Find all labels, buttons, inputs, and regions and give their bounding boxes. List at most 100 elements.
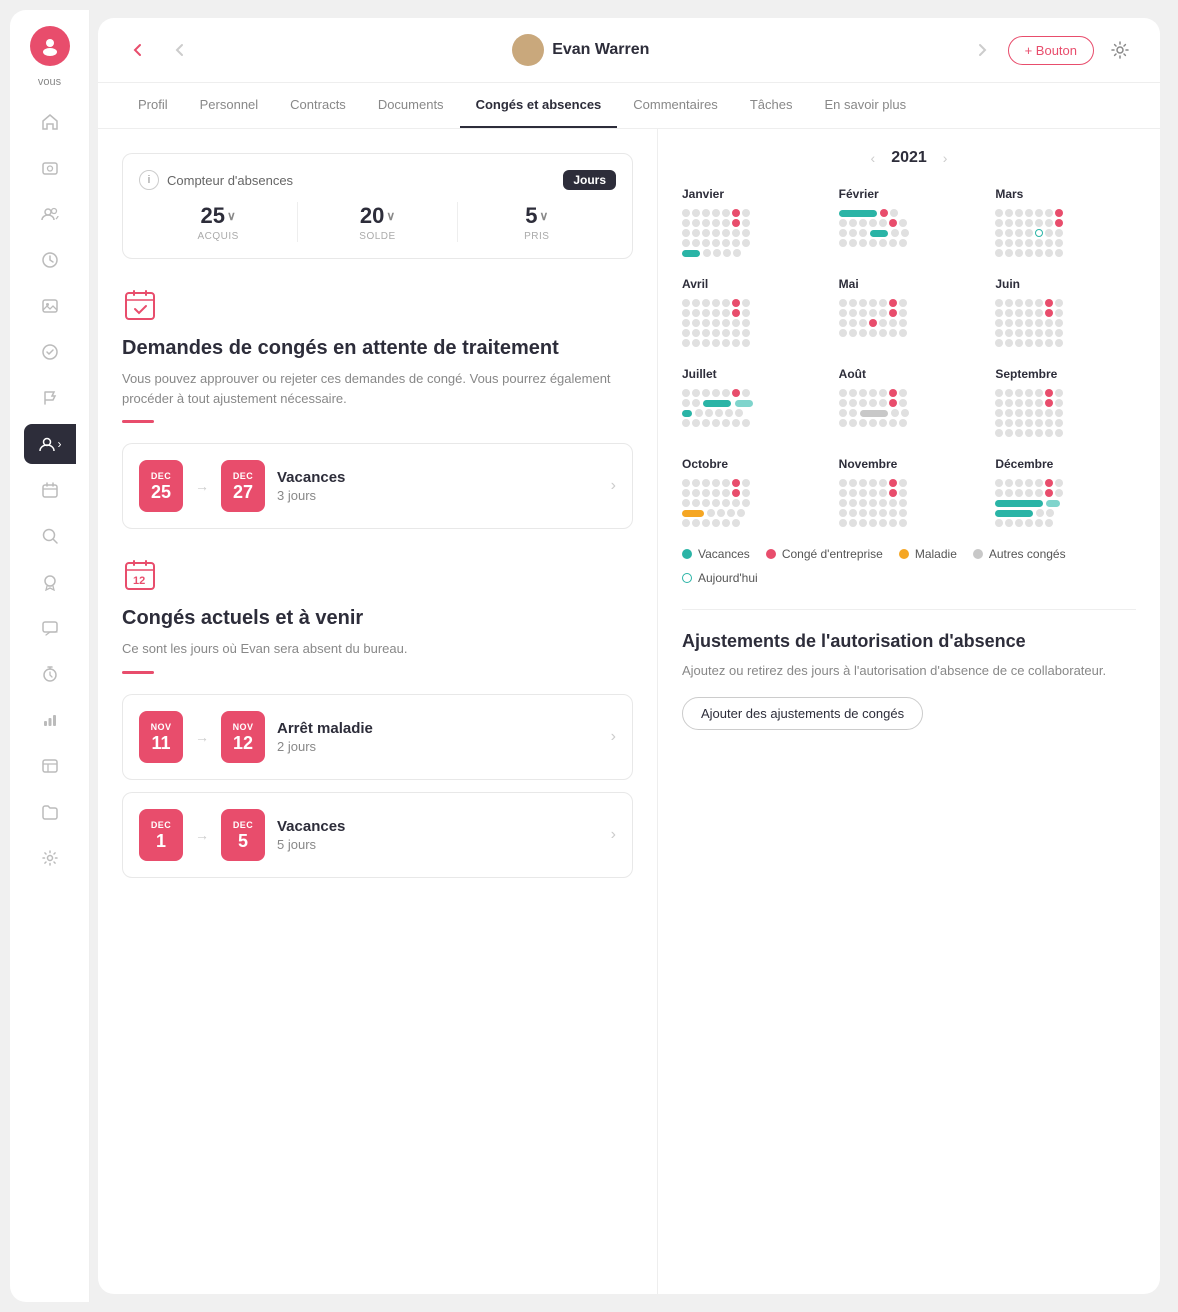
legend-label-vacances: Vacances	[698, 547, 750, 561]
svg-text:12: 12	[133, 575, 145, 587]
leave1-start-day: 1	[156, 832, 166, 850]
counter-pris: 5 ∨ PRIS	[458, 203, 616, 242]
legend-label-maladie: Maladie	[915, 547, 957, 561]
counter-solde: 20 ∨ SOLDE	[298, 203, 456, 242]
pris-chevron[interactable]: ∨	[540, 209, 549, 223]
award-icon[interactable]	[30, 562, 70, 602]
calendar-grid: Janvier	[682, 187, 1136, 527]
tab-personnel[interactable]: Personnel	[184, 83, 275, 128]
counter-badge[interactable]: Jours	[563, 170, 616, 190]
tab-commentaires[interactable]: Commentaires	[617, 83, 734, 128]
leave1-start: DEC 1	[139, 809, 183, 861]
legend-dot-orange	[899, 549, 909, 559]
main-content: Evan Warren + Bouton Profil Personnel Co…	[98, 18, 1160, 1294]
legend-maladie: Maladie	[899, 547, 957, 561]
tab-conges[interactable]: Congés et absences	[460, 83, 618, 128]
legend-label-conge: Congé d'entreprise	[782, 547, 883, 561]
leave1-end: DEC 5	[221, 809, 265, 861]
leave0-type: Arrêt maladie	[277, 720, 599, 737]
counter-values: 25 ∨ ACQUIS 20 ∨ SOLDE	[139, 202, 616, 242]
counter-acquis: 25 ∨ ACQUIS	[139, 203, 297, 242]
right-panel: ‹ 2021 › Janvier	[658, 129, 1160, 1294]
month-fevrier: Février	[839, 187, 980, 257]
check-icon[interactable]	[30, 332, 70, 372]
pending-leave-info: Vacances 3 jours	[277, 469, 599, 503]
prev-user-button[interactable]	[166, 36, 194, 64]
add-button[interactable]: + Bouton	[1008, 36, 1094, 65]
leave0-arrow: →	[195, 729, 209, 745]
solde-value: 20	[360, 203, 384, 229]
month-name-5: Juin	[995, 277, 1136, 291]
leave0-start-day: 11	[151, 734, 170, 752]
leave0-info: Arrêt maladie 2 jours	[277, 720, 599, 754]
tab-taches[interactable]: Tâches	[734, 83, 809, 128]
leave1-end-month: DEC	[233, 820, 253, 830]
month-juillet: Juillet	[682, 367, 823, 437]
leave0-days: 2 jours	[277, 739, 599, 754]
calendar-header: ‹ 2021 ›	[682, 149, 1136, 167]
leave-card-0[interactable]: NOV 11 → NOV 12 Arrêt maladie 2 jours ›	[122, 694, 633, 780]
content-area: i Compteur d'absences Jours 25 ∨ ACQUIS	[98, 129, 1160, 1294]
leave0-end: NOV 12	[221, 711, 265, 763]
current-divider	[122, 671, 154, 674]
folder-icon[interactable]	[30, 792, 70, 832]
cal-year: 2021	[891, 149, 927, 167]
people-icon[interactable]	[30, 194, 70, 234]
current-title: Congés actuels et à venir	[122, 605, 633, 631]
pending-end-month: DEC	[233, 471, 253, 481]
date-arrow-icon: →	[195, 478, 209, 494]
flag-icon[interactable]	[30, 378, 70, 418]
clock-icon[interactable]	[30, 240, 70, 280]
month-janvier: Janvier	[682, 187, 823, 257]
user-info: Evan Warren	[206, 34, 956, 66]
month-name-3: Avril	[682, 277, 823, 291]
user-avatar	[512, 34, 544, 66]
leave0-chevron: ›	[611, 728, 616, 746]
leave1-arrow: →	[195, 827, 209, 843]
cal-next-button[interactable]: ›	[943, 150, 948, 166]
pending-end-day: 27	[233, 483, 253, 501]
acquis-chevron[interactable]: ∨	[227, 209, 236, 223]
tab-contracts[interactable]: Contracts	[274, 83, 362, 128]
timer-icon[interactable]	[30, 654, 70, 694]
leave1-days: 5 jours	[277, 837, 599, 852]
cal-prev-button[interactable]: ‹	[871, 150, 876, 166]
user-active-icon[interactable]: ›	[24, 424, 76, 464]
counter-title: Compteur d'absences	[167, 173, 293, 188]
calendar-icon[interactable]	[30, 470, 70, 510]
solde-chevron[interactable]: ∨	[386, 209, 395, 223]
month-name-6: Juillet	[682, 367, 823, 381]
pending-leave-type: Vacances	[277, 469, 599, 486]
month-mai: Mai	[839, 277, 980, 347]
next-user-button[interactable]	[968, 36, 996, 64]
pris-label: PRIS	[458, 231, 616, 242]
legend-autres: Autres congés	[973, 547, 1066, 561]
back-button[interactable]	[122, 34, 154, 66]
leave1-chevron: ›	[611, 826, 616, 844]
settings-icon[interactable]	[30, 838, 70, 878]
solde-label: SOLDE	[298, 231, 456, 242]
chart-icon[interactable]	[30, 700, 70, 740]
leave-card-1[interactable]: DEC 1 → DEC 5 Vacances 5 jours ›	[122, 792, 633, 878]
table-icon[interactable]	[30, 746, 70, 786]
gear-button[interactable]	[1104, 34, 1136, 66]
tab-en-savoir[interactable]: En savoir plus	[808, 83, 922, 128]
tab-profil[interactable]: Profil	[122, 83, 184, 128]
leave0-start: NOV 11	[139, 711, 183, 763]
home-icon[interactable]	[30, 102, 70, 142]
image-icon[interactable]	[30, 286, 70, 326]
pending-desc: Vous pouvez approuver ou rejeter ces dem…	[122, 369, 633, 408]
chat-icon[interactable]	[30, 608, 70, 648]
month-novembre: Novembre	[839, 457, 980, 527]
leave0-start-month: NOV	[151, 722, 172, 732]
leave1-end-day: 5	[238, 832, 248, 850]
search-icon[interactable]	[30, 516, 70, 556]
pending-leave-card[interactable]: DEC 25 → DEC 27 Vacances 3 jours ›	[122, 443, 633, 529]
legend-today: Aujourd'hui	[682, 571, 758, 585]
adjustment-section: Ajustements de l'autorisation d'absence …	[682, 609, 1136, 730]
photo-icon[interactable]	[30, 148, 70, 188]
info-icon[interactable]: i	[139, 170, 159, 190]
sidebar-user-avatar[interactable]	[30, 26, 70, 66]
tab-documents[interactable]: Documents	[362, 83, 460, 128]
adjustment-button[interactable]: Ajouter des ajustements de congés	[682, 697, 923, 730]
